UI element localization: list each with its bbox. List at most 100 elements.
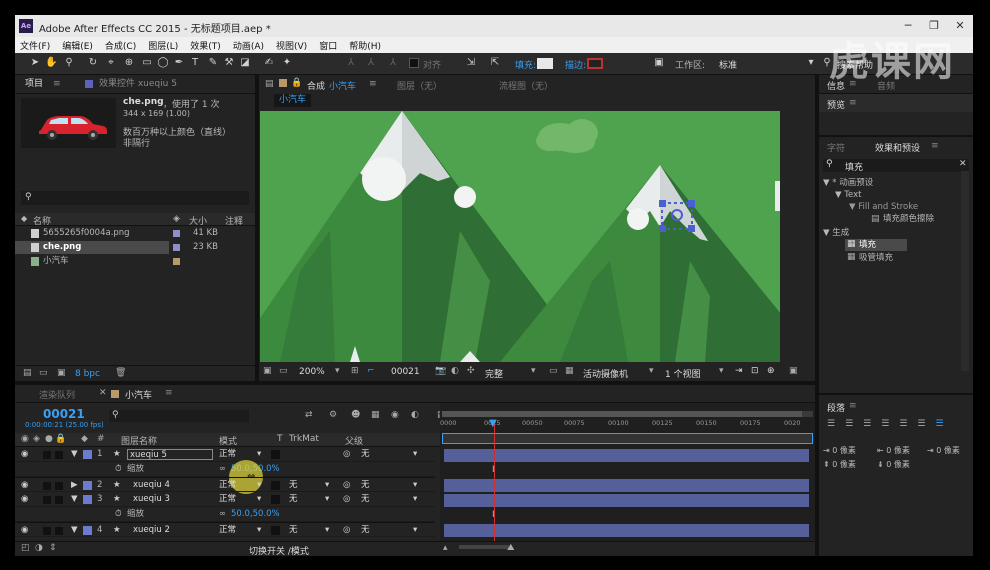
tab-project[interactable]: 项目 xyxy=(25,75,43,93)
roto-brush-tool-icon[interactable]: ✍ xyxy=(263,57,275,69)
tree-eyedropper-fill[interactable]: 吸管填充 xyxy=(859,252,893,264)
hand-tool-icon[interactable]: ✋ xyxy=(45,57,57,69)
layer-row-2[interactable]: ◉ ▶ 2 ★ xueqiu 4 正常 ▾ 无 ▾ ◎ 无 ▾ xyxy=(15,477,435,492)
resolution-dropdown-icon[interactable]: ▾ xyxy=(531,366,536,376)
pick-whip-icon[interactable]: ◎ xyxy=(343,523,350,538)
menu-window[interactable]: 窗口 xyxy=(319,39,337,52)
col-t[interactable]: T xyxy=(277,434,283,444)
timeline-timecode[interactable]: 00021 xyxy=(43,407,85,421)
mode-dropdown-icon[interactable]: ▾ xyxy=(257,492,261,507)
menu-composition[interactable]: 合成(C) xyxy=(105,39,136,52)
zoom-slider[interactable] xyxy=(459,545,509,549)
blend-mode-select[interactable]: 正常 xyxy=(219,478,236,493)
project-item[interactable]: 5655265f0004a.png 41 KB xyxy=(15,227,255,240)
col-size[interactable]: 大小 xyxy=(189,214,207,227)
col-parent[interactable]: 父级 xyxy=(345,434,363,447)
col-layer-name[interactable]: 图层名称 xyxy=(121,434,157,447)
constrain-icon[interactable]: ∞ xyxy=(219,507,226,522)
col-mode[interactable]: 模式 xyxy=(219,434,237,447)
solo-toggle[interactable] xyxy=(43,451,51,459)
menu-effect[interactable]: 效果(T) xyxy=(190,39,221,52)
distribute-icon[interactable]: ⇱ xyxy=(489,57,501,69)
tab-paragraph[interactable]: 段落 xyxy=(827,401,845,414)
lock-toggle[interactable] xyxy=(55,527,63,535)
track-area[interactable]: 0000 0025 00050 00075 00100 00125 00150 … xyxy=(440,403,815,541)
solo-toggle[interactable] xyxy=(43,496,51,504)
solo-toggle[interactable] xyxy=(43,482,51,490)
menu-file[interactable]: 文件(F) xyxy=(20,39,50,52)
roi-icon[interactable]: ▭ xyxy=(549,366,558,376)
render-icon[interactable]: ▣ xyxy=(653,57,665,69)
mask-toggle-icon[interactable]: ⌐ xyxy=(367,366,375,376)
layer-row-3[interactable]: ◉ ▼ 3 ★ xueqiu 3 正常 ▾ 无 ▾ ◎ 无 ▾ xyxy=(15,492,435,507)
scrollbar[interactable] xyxy=(961,171,969,371)
preserve-transparency-checkbox[interactable] xyxy=(271,450,280,459)
col-trkmat[interactable]: TrkMat xyxy=(289,434,319,444)
mode-dropdown-icon[interactable]: ▾ xyxy=(257,447,261,462)
project-item-selected[interactable]: che.png xyxy=(15,241,169,254)
brush-tool-icon[interactable]: ✎ xyxy=(207,57,219,69)
playhead-handle-icon[interactable]: ▼ xyxy=(489,418,497,429)
parent-dropdown-icon[interactable]: ▾ xyxy=(413,523,417,538)
indent-right-field[interactable]: ⇤ 0 像素 xyxy=(877,445,910,456)
rectangle-tool-icon[interactable]: ▭ xyxy=(141,57,153,69)
blend-mode-select[interactable]: 正常 xyxy=(219,492,236,507)
fast-preview-icon[interactable]: ⇥ xyxy=(735,366,743,376)
time-navigator[interactable] xyxy=(442,433,813,444)
layer-name[interactable]: xueqiu 3 xyxy=(133,492,170,507)
menu-edit[interactable]: 编辑(E) xyxy=(62,39,93,52)
color-picker-icon[interactable]: ✣ xyxy=(467,366,475,376)
align-right-icon[interactable]: ☰ xyxy=(863,419,871,431)
lock-icon[interactable]: 🔒 xyxy=(55,434,66,444)
justify-all-icon[interactable]: ☰ xyxy=(935,419,943,431)
trkmat-dropdown-icon[interactable]: ▾ xyxy=(325,492,329,507)
col-comment[interactable]: 注释 xyxy=(225,214,243,227)
panel-menu-icon[interactable]: ≡ xyxy=(931,141,939,151)
lock-toggle[interactable] xyxy=(55,496,63,504)
close-tab-icon[interactable]: ✕ xyxy=(99,388,107,398)
parent-dropdown-icon[interactable]: ▾ xyxy=(413,447,417,462)
tab-character[interactable]: 字符 xyxy=(827,141,845,154)
solo-icon[interactable]: ● xyxy=(45,434,53,444)
lock-icon[interactable]: ▤ xyxy=(265,79,274,89)
graph-editor-icon[interactable]: ◐ xyxy=(411,410,419,420)
pick-whip-icon[interactable]: ◎ xyxy=(343,492,350,507)
stopwatch-icon[interactable]: ⏱ xyxy=(115,462,122,477)
axis-view-icon[interactable]: ⅄ xyxy=(387,57,399,69)
mode-dropdown-icon[interactable]: ▾ xyxy=(257,523,261,538)
expand-arrow-icon[interactable]: ▼ xyxy=(71,492,78,507)
layer-name[interactable]: xueqiu 5 xyxy=(127,449,213,460)
comp-mini-flowchart-icon[interactable]: ⇄ xyxy=(305,410,313,420)
mode-dropdown-icon[interactable]: ▾ xyxy=(257,478,261,493)
menu-animation[interactable]: 动画(A) xyxy=(233,39,264,52)
trkmat-select[interactable]: 无 xyxy=(289,523,298,538)
new-folder-icon[interactable]: ▭ xyxy=(39,368,48,378)
keyframe-marker-icon[interactable]: I xyxy=(492,510,495,520)
tab-layer[interactable]: 图层（无） xyxy=(397,79,442,92)
transparency-grid-icon[interactable]: ▦ xyxy=(565,366,574,376)
zoom-select[interactable]: 200% xyxy=(299,367,325,377)
zoom-tool-icon[interactable]: ⚲ xyxy=(63,57,75,69)
layer-name[interactable]: xueqiu 4 xyxy=(133,478,170,493)
scale-value[interactable]: 50.0,50.0% xyxy=(231,507,280,522)
layer-bar-4[interactable] xyxy=(444,524,809,537)
selection-tool-icon[interactable]: ➤ xyxy=(29,57,41,69)
playhead-line[interactable] xyxy=(494,423,495,541)
transfer-controls-icon[interactable]: ◑ xyxy=(35,543,43,553)
solo-toggle[interactable] xyxy=(43,527,51,535)
keyframe-marker-icon[interactable]: I xyxy=(492,465,495,475)
space-after-field[interactable]: ⇟ 0 像素 xyxy=(877,459,910,470)
menu-help[interactable]: 帮助(H) xyxy=(349,39,381,52)
tree-fill-stroke-folder[interactable]: ▼ Fill and Stroke xyxy=(849,201,918,213)
parent-select[interactable]: 无 xyxy=(361,478,370,493)
indent-first-field[interactable]: ⇥ 0 像素 xyxy=(927,445,960,456)
timeline-icon[interactable]: ⊡ xyxy=(751,366,759,376)
justify-center-icon[interactable]: ☰ xyxy=(899,419,907,431)
in-out-icon[interactable]: ⇕ xyxy=(49,543,57,553)
workspace-select[interactable]: 标准 xyxy=(719,58,737,71)
camera-select[interactable]: 活动摄像机 xyxy=(583,367,628,380)
type-tool-icon[interactable]: T xyxy=(189,57,201,69)
clear-search-icon[interactable]: ✕ xyxy=(959,159,967,169)
shy-layers-icon[interactable]: ☻ xyxy=(351,410,360,420)
label-swatch[interactable] xyxy=(173,258,180,265)
